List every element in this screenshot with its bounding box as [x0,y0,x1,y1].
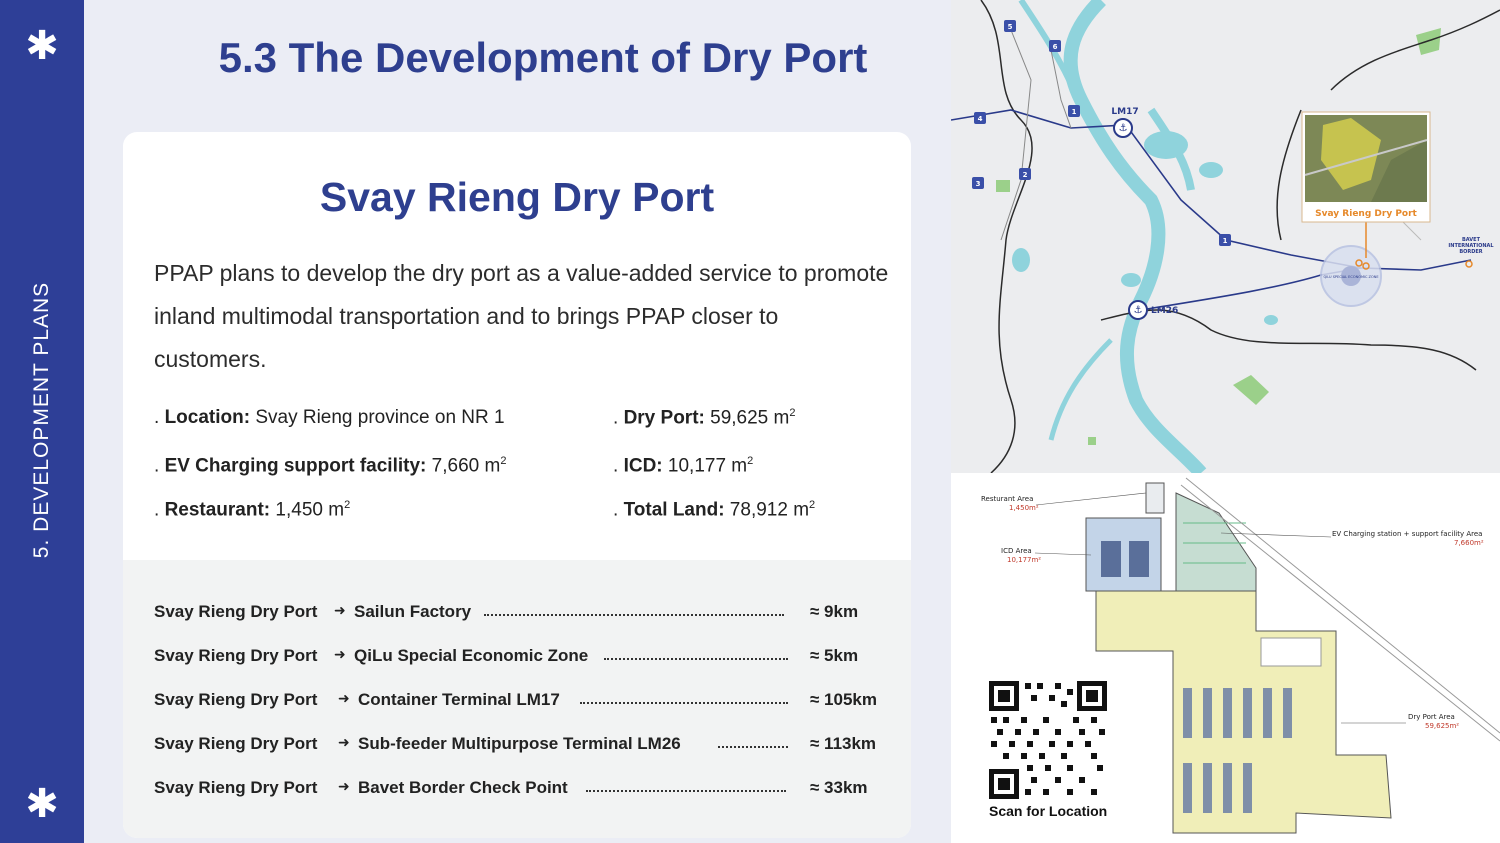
svg-text:Dry Port Area: Dry Port Area [1408,713,1455,721]
svg-text:1: 1 [1072,108,1077,116]
card-title: Svay Rieng Dry Port [319,174,715,220]
arrow-right-icon: ➜ [338,690,350,706]
qr-code[interactable] [989,681,1107,799]
svg-text:BORDER: BORDER [1459,249,1482,255]
fact-restaurant: . Restaurant: 1,450 m2 [154,499,351,521]
section-label: 5. DEVELOPMENT PLANS [30,281,53,559]
svg-text:4: 4 [978,115,983,123]
sidebar: ✱ 5. DEVELOPMENT PLANS ✱ [0,0,84,843]
route-distance: ≈ 33km [810,778,868,797]
route-row: Svay Rieng Dry Port ➜ QiLu Special Econo… [154,646,859,665]
dot-leader [484,614,784,616]
dot-leader [604,658,788,660]
qr-caption: Scan for Location [989,803,1108,819]
svg-text:2: 2 [1023,171,1028,179]
dot-leader [580,702,788,704]
route-distance: ≈ 105km [810,690,877,709]
svg-text:QILU SPECIAL ECONOMIC ZONE: QILU SPECIAL ECONOMIC ZONE [1323,275,1378,279]
map-graphic: 5 6 4 1 3 2 1 ⚓ LM17 ⚓ LM26 QILU SPECIAL… [951,0,1500,473]
fact-location: . Location: Svay Rieng province on NR 1 [154,407,505,428]
info-card: Svay Rieng Dry Port PPAP plans to develo… [123,132,911,838]
fact-dry-port: . Dry Port: 59,625 m2 [613,407,796,429]
svg-text:Resturant Area: Resturant Area [981,495,1033,503]
site-plan: Resturant Area 1,450m² ICD Area 10,177m²… [951,473,1500,843]
svg-text:⚓: ⚓ [1119,123,1128,134]
fact-icd: . ICD: 10,177 m2 [613,455,754,477]
fact-ev-charging: . EV Charging support facility: 7,660 m2 [154,455,507,477]
dot-leader [586,790,786,792]
svg-text:1,450m²: 1,450m² [1009,504,1039,512]
svg-text:LM26: LM26 [1151,306,1178,316]
route-distance: ≈ 9km [810,602,859,621]
svg-text:5: 5 [1008,23,1013,31]
fact-total-land: . Total Land: 78,912 m2 [613,499,816,521]
svg-text:10,177m²: 10,177m² [1007,556,1041,564]
route-distances: Svay Rieng Dry Port ➜ Sailun Factory ≈ 9… [123,560,911,838]
site-plan-drawing: Resturant Area 1,450m² ICD Area 10,177m²… [951,473,1500,843]
svg-text:3: 3 [976,180,981,188]
location-map: 5 6 4 1 3 2 1 ⚓ LM17 ⚓ LM26 QILU SPECIAL… [951,0,1500,473]
route-distance: ≈ 113km [810,734,877,753]
dot-leader [718,746,788,748]
svg-text:ICD Area: ICD Area [1001,547,1032,555]
card-description: PPAP plans to develop the dry port as a … [154,260,889,372]
asterisk-icon: ✱ [25,781,59,827]
svg-text:6: 6 [1053,43,1058,51]
arrow-right-icon: ➜ [334,602,346,618]
svg-text:Svay Rieng Dry Port: Svay Rieng Dry Port [1315,209,1417,219]
route-row: Svay Rieng Dry Port ➜ Sub-feeder Multipu… [154,734,877,753]
svg-text:LM17: LM17 [1111,107,1138,117]
route-row: Svay Rieng Dry Port ➜ Container Terminal… [154,690,877,709]
svg-text:⚓: ⚓ [1134,305,1143,316]
asterisk-icon: ✱ [25,23,59,69]
svg-text:EV Charging station + support: EV Charging station + support facility A… [1332,530,1482,538]
arrow-right-icon: ➜ [334,646,346,662]
svg-text:59,625m²: 59,625m² [1425,722,1459,730]
route-row: Svay Rieng Dry Port ➜ Sailun Factory ≈ 9… [154,602,859,621]
arrow-right-icon: ➜ [338,778,350,794]
route-row: Svay Rieng Dry Port ➜ Bavet Border Check… [154,778,868,797]
svg-text:7,660m²: 7,660m² [1454,539,1484,547]
route-distance: ≈ 5km [810,646,859,665]
page-title: 5.3 The Development of Dry Port [218,34,868,81]
arrow-right-icon: ➜ [338,734,350,750]
svg-text:1: 1 [1223,237,1228,245]
